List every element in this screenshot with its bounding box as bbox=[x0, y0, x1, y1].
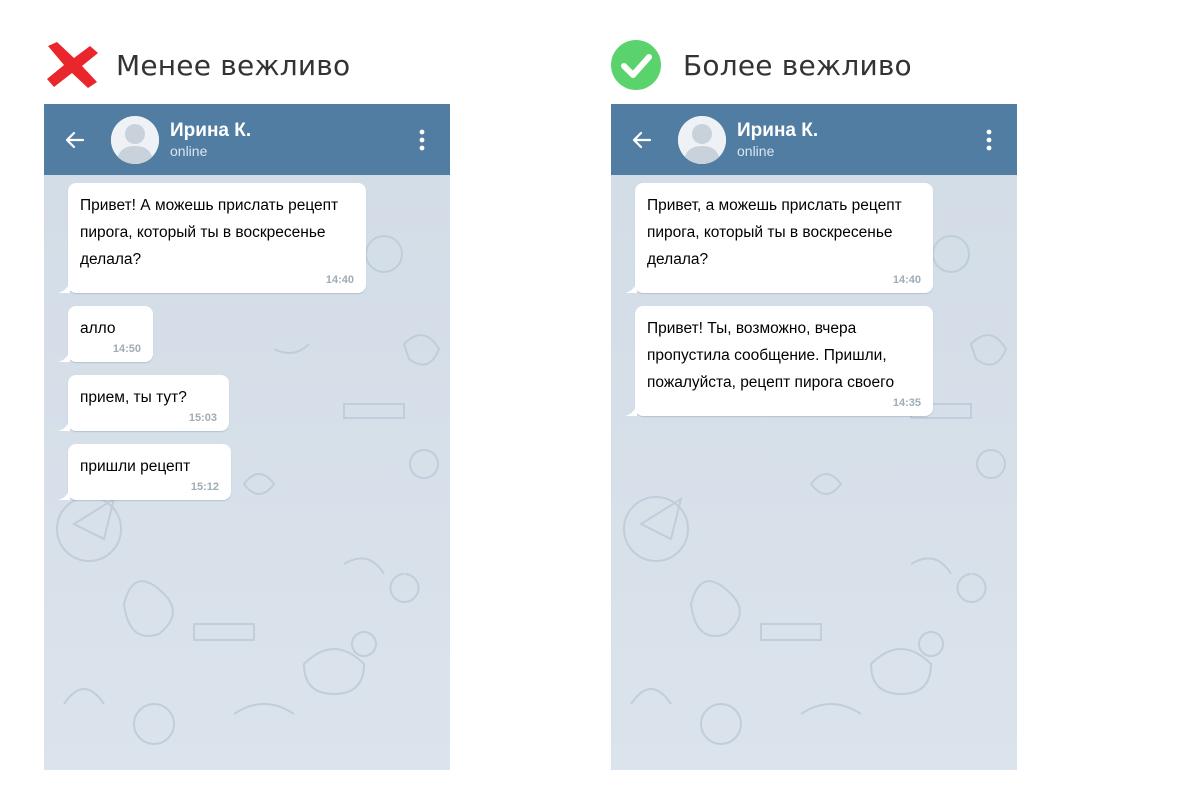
message-time: 14:40 bbox=[892, 274, 921, 286]
red-cross-icon bbox=[44, 40, 100, 90]
message-bubble[interactable]: прием, ты тут? 15:03 bbox=[58, 375, 229, 431]
contact-status: online bbox=[737, 143, 775, 159]
back-arrow-icon[interactable] bbox=[65, 130, 85, 150]
avatar[interactable] bbox=[678, 115, 726, 164]
message-bubble[interactable]: Привет! А можешь прислать рецепт пирога,… bbox=[58, 183, 366, 293]
message-bubble[interactable]: пришли рецепт 15:12 bbox=[58, 444, 231, 500]
message-text: Привет! Ты, возможно, вчера пропустила с… bbox=[647, 320, 895, 391]
message-time: 14:40 bbox=[325, 274, 354, 286]
more-polite-example: Более вежливо Ирина К. online Привет, а … bbox=[611, 0, 1017, 800]
bubble-tail bbox=[58, 419, 70, 431]
message-bubble[interactable]: Привет, а можешь прислать рецепт пирога,… bbox=[625, 183, 933, 293]
less-polite-example: Менее вежливо Ирина К. online Привет! А … bbox=[44, 0, 450, 800]
message-text: алло bbox=[80, 320, 116, 337]
contact-status: online bbox=[170, 143, 208, 159]
message-time: 14:35 bbox=[892, 397, 921, 409]
avatar[interactable] bbox=[111, 115, 159, 164]
bubble-tail bbox=[625, 404, 637, 416]
bubble-tail bbox=[58, 488, 70, 500]
message-time: 15:12 bbox=[190, 481, 219, 493]
chat-header: Ирина К. online bbox=[44, 104, 450, 175]
user-silhouette-icon bbox=[678, 115, 726, 164]
message-text: Привет, а можешь прислать рецепт пирога,… bbox=[647, 197, 902, 268]
green-check-icon bbox=[611, 40, 667, 90]
more-polite-caption: Более вежливо bbox=[611, 40, 912, 90]
message-bubble[interactable]: алло 14:50 bbox=[58, 306, 153, 362]
contact-name: Ирина К. bbox=[170, 120, 252, 141]
more-menu-icon[interactable] bbox=[419, 129, 425, 151]
message-time: 14:50 bbox=[112, 343, 141, 355]
message-text: Привет! А можешь прислать рецепт пирога,… bbox=[80, 197, 339, 268]
contact-name: Ирина К. bbox=[737, 120, 819, 141]
back-arrow-icon[interactable] bbox=[632, 130, 652, 150]
message-time: 15:03 bbox=[188, 412, 217, 424]
chat-screen: Ирина К. online Привет! А можешь прислат… bbox=[44, 104, 450, 770]
bubble-tail bbox=[58, 350, 70, 362]
chat-header: Ирина К. online bbox=[611, 104, 1017, 175]
chat-screen: Ирина К. online Привет, а можешь прислат… bbox=[611, 104, 1017, 770]
less-polite-caption: Менее вежливо bbox=[44, 40, 350, 90]
message-text: прием, ты тут? bbox=[80, 389, 187, 406]
bubble-tail bbox=[58, 281, 70, 293]
bubble-tail bbox=[625, 281, 637, 293]
message-bubble[interactable]: Привет! Ты, возможно, вчера пропустила с… bbox=[625, 306, 933, 416]
message-text: пришли рецепт bbox=[80, 458, 191, 475]
user-silhouette-icon bbox=[111, 115, 159, 164]
more-menu-icon[interactable] bbox=[986, 129, 992, 151]
